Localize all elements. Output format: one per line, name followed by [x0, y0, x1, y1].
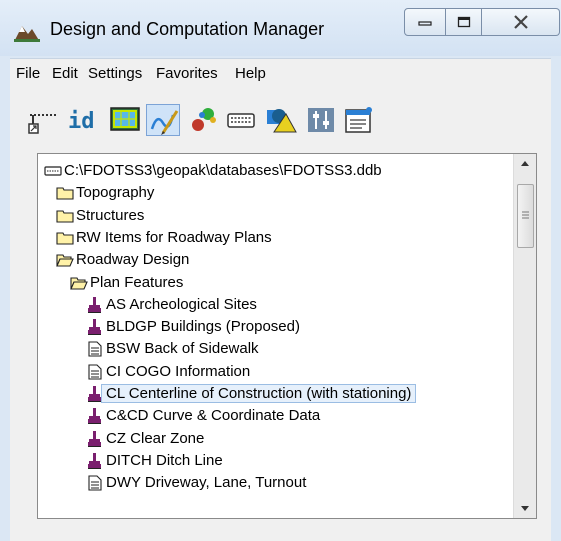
- menu-favorites[interactable]: Favorites: [156, 65, 218, 82]
- tree-row[interactable]: DWY Driveway, Lane, Turnout: [38, 472, 514, 494]
- tree-row[interactable]: CZ Clear Zone: [38, 428, 514, 450]
- scrollbar-thumb[interactable]: [517, 184, 534, 248]
- tree-row-label: DWY Driveway, Lane, Turnout: [106, 474, 307, 492]
- title-bar[interactable]: Design and Computation Manager: [0, 0, 561, 56]
- tree-row[interactable]: Roadway Design: [38, 249, 514, 271]
- palette-icon[interactable]: [186, 104, 220, 136]
- tree-row[interactable]: RW Items for Roadway Plans: [38, 227, 514, 249]
- folder-open-icon: [70, 275, 88, 291]
- app-icon: [14, 26, 40, 42]
- database-icon: [44, 163, 62, 179]
- folder-closed-icon: [56, 208, 74, 224]
- tree-row-label: Topography: [76, 184, 155, 202]
- menu-file[interactable]: File: [16, 65, 40, 82]
- paintbrush-icon: [86, 452, 104, 469]
- paintbrush-icon: [86, 408, 104, 425]
- paintbrush-icon: [86, 319, 104, 336]
- settings-icon[interactable]: [342, 104, 376, 136]
- tree-row[interactable]: DITCH Ditch Line: [38, 450, 514, 472]
- shapes-icon[interactable]: [264, 104, 298, 136]
- tree-row[interactable]: C&CD Curve & Coordinate Data: [38, 405, 514, 427]
- tree-row[interactable]: Plan Features: [38, 272, 514, 294]
- vertical-scrollbar[interactable]: [513, 154, 536, 518]
- paintbrush-icon: [86, 296, 104, 313]
- tree-row[interactable]: BSW Back of Sidewalk: [38, 338, 514, 360]
- display-mode-icon[interactable]: [108, 104, 142, 136]
- element-selector-icon[interactable]: [26, 104, 60, 136]
- tree-row-label: C&CD Curve & Coordinate Data: [106, 407, 321, 425]
- scroll-up-button[interactable]: [514, 154, 536, 174]
- tree-row[interactable]: Topography: [38, 182, 514, 204]
- identify-id-icon[interactable]: id: [66, 104, 100, 136]
- paintbrush-icon: [86, 430, 104, 447]
- tree-row-label: DITCH Ditch Line: [106, 451, 223, 469]
- tree-row-label: C:\FDOTSS3\geopak\databases\FDOTSS3.ddb: [64, 162, 382, 179]
- tree-row-label: CL Centerline of Construction (with stat…: [100, 384, 417, 403]
- menu-help[interactable]: Help: [235, 65, 266, 82]
- draw-mode-icon[interactable]: [146, 104, 180, 136]
- tree-row-label: Structures: [76, 206, 145, 224]
- toolbar: id: [10, 89, 551, 147]
- menu-settings[interactable]: Settings: [88, 65, 142, 82]
- tree-row-label: RW Items for Roadway Plans: [76, 228, 272, 246]
- menu-bar: File Edit Settings Favorites Help: [10, 58, 551, 89]
- id-text: id: [68, 109, 95, 134]
- document-icon: [86, 341, 104, 357]
- tools-icon[interactable]: [304, 104, 338, 136]
- tree-row[interactable]: C:\FDOTSS3\geopak\databases\FDOTSS3.ddb: [38, 160, 514, 182]
- tree-row-label: AS Archeological Sites: [106, 295, 257, 313]
- tree-row-label: BSW Back of Sidewalk: [106, 340, 259, 358]
- tree-panel: C:\FDOTSS3\geopak\databases\FDOTSS3.ddb T…: [10, 147, 551, 531]
- tree-row-label: Plan Features: [90, 273, 184, 291]
- close-button[interactable]: [482, 8, 560, 36]
- document-icon: [86, 364, 104, 380]
- dcm-window: Design and Computation Manager File Edit…: [0, 0, 561, 541]
- window-title: Design and Computation Manager: [50, 19, 325, 39]
- maximize-button[interactable]: [446, 8, 482, 36]
- tree-row[interactable]: CI COGO Information: [38, 361, 514, 383]
- keyboard-icon[interactable]: [224, 104, 258, 136]
- tree-row[interactable]: Structures: [38, 205, 514, 227]
- scroll-down-button[interactable]: [514, 498, 536, 518]
- tree-row-label: CZ Clear Zone: [106, 429, 205, 447]
- status-bar: [10, 531, 551, 541]
- minimize-button[interactable]: [404, 8, 446, 36]
- folder-closed-icon: [56, 185, 74, 201]
- menu-edit[interactable]: Edit: [52, 65, 78, 82]
- tree-row-label: Roadway Design: [76, 251, 190, 269]
- tree-row-label: CI COGO Information: [106, 362, 251, 380]
- tree-view[interactable]: C:\FDOTSS3\geopak\databases\FDOTSS3.ddb T…: [37, 153, 537, 519]
- tree-row-label: BLDGP Buildings (Proposed): [106, 318, 300, 336]
- folder-open-icon: [56, 252, 74, 268]
- tree-row[interactable]: AS Archeological Sites: [38, 294, 514, 316]
- tree-row[interactable]: BLDGP Buildings (Proposed): [38, 316, 514, 338]
- folder-closed-icon: [56, 230, 74, 246]
- document-icon: [86, 475, 104, 491]
- tree-row[interactable]: CL Centerline of Construction (with stat…: [38, 383, 514, 405]
